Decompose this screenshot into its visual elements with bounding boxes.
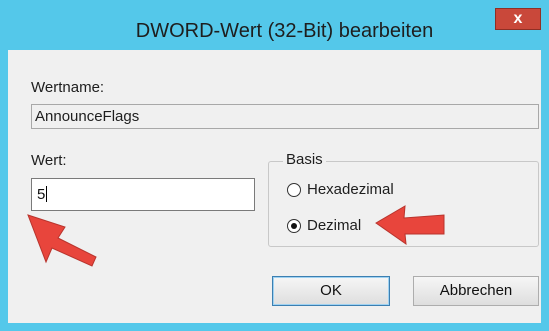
red-annotation-arrow [27, 214, 97, 267]
annotation-arrows [27, 205, 445, 267]
dword-edit-dialog: DWORD-Wert (32-Bit) bearbeiten x Wertnam… [0, 0, 549, 331]
red-annotation-arrow [375, 205, 445, 246]
